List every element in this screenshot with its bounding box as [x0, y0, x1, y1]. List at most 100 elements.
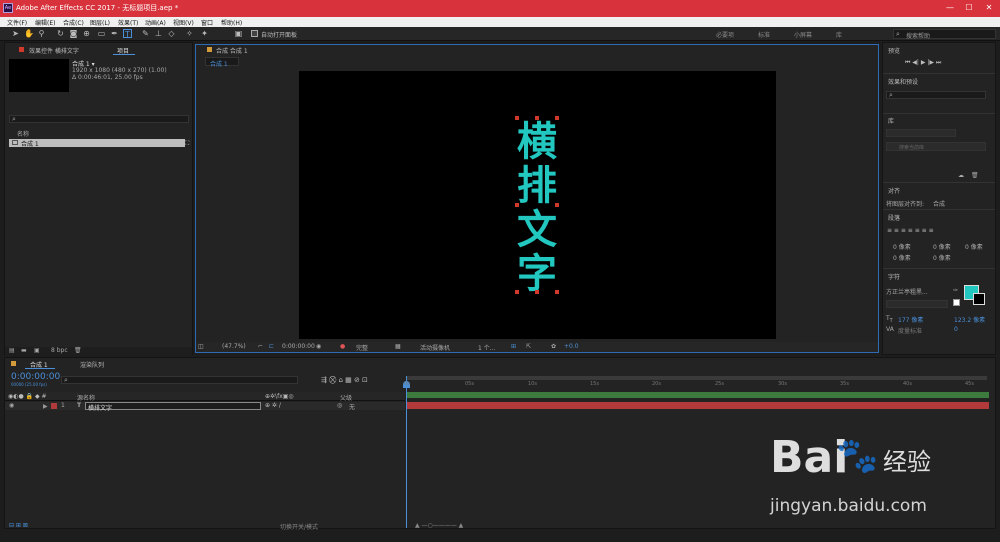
snap-icon[interactable]: ▣	[234, 29, 243, 38]
layer-row[interactable]: ◉ ▶ 1 T 横排文字 ⊕ ✲ / ◎ 无	[5, 402, 405, 412]
layer-duration-bar[interactable]	[407, 402, 989, 409]
workspace-library[interactable]: 库	[836, 30, 842, 39]
clone-stamp-tool-icon[interactable]: ⊥	[154, 29, 163, 38]
selection-tool-icon[interactable]: ➤	[11, 29, 20, 38]
zoom-slider[interactable]: ▲ —○———— ▲	[415, 522, 463, 529]
timeline-switch-buttons[interactable]: ⇶ ⛒ ⌂ ▦ ⊘ ⊡	[321, 376, 368, 385]
layer-color-label[interactable]	[51, 403, 57, 409]
trash-icon[interactable]: 🗑	[74, 347, 82, 354]
col-parent[interactable]: 父级	[340, 393, 352, 402]
align-title[interactable]: 对齐	[888, 186, 900, 195]
menu-window[interactable]: 窗口	[201, 18, 213, 27]
bbox-handle-br[interactable]	[555, 290, 559, 294]
menu-animation[interactable]: 动画(A)	[145, 18, 166, 27]
layer-name-box[interactable]: 横排文字	[85, 402, 261, 412]
auto-open-checkbox[interactable]	[251, 30, 258, 37]
bit-depth-label[interactable]: 8 bpc	[51, 347, 68, 354]
rectangle-tool-icon[interactable]: ▭	[97, 29, 106, 38]
space-after-value[interactable]: 0 像素	[933, 253, 951, 262]
pen-tool-icon[interactable]: ✒	[110, 29, 119, 38]
playback-controls[interactable]: ⏮ ◀| ▶ |▶ ⏭	[905, 59, 941, 67]
help-search-input[interactable]: ⌕ 搜索帮助	[893, 29, 996, 40]
color-channel-icon[interactable]: ●	[340, 343, 345, 350]
trash-icon[interactable]: 🗑	[971, 172, 979, 179]
always-preview-icon[interactable]: ◫	[198, 343, 204, 350]
exposure-value[interactable]: +0.0	[564, 343, 579, 350]
pan-behind-tool-icon[interactable]: ⊕	[82, 29, 91, 38]
kerning-value[interactable]: 度量标准	[898, 326, 922, 335]
close-button[interactable]: ✕	[983, 2, 995, 14]
library-search-input[interactable]: 搜索当前库	[886, 142, 986, 151]
align-to-select[interactable]: 合成	[933, 199, 945, 208]
visibility-eye-icon[interactable]: ◉	[9, 402, 14, 409]
toggle-switches-modes[interactable]: 切换开关/模式	[280, 522, 318, 531]
3d-view-icon[interactable]: ⊞	[511, 343, 516, 350]
minimize-button[interactable]: —	[944, 2, 956, 14]
new-comp-icon[interactable]: ▣	[34, 347, 40, 354]
quality-select[interactable]: 完整	[356, 343, 368, 352]
interpret-footage-icon[interactable]: ▤	[9, 347, 15, 354]
resolution-icon[interactable]: ⌐	[258, 343, 263, 350]
library-select[interactable]	[886, 129, 956, 137]
camera-tool-icon[interactable]: ◙	[69, 29, 78, 38]
view-layout-select[interactable]: 1 个...	[478, 343, 495, 352]
bbox-handle-bl[interactable]	[515, 290, 519, 294]
white-swatch[interactable]	[953, 299, 960, 306]
hand-tool-icon[interactable]: ✋	[24, 29, 34, 38]
character-title[interactable]: 字符	[888, 272, 900, 281]
workspace-standard[interactable]: 标准	[758, 30, 770, 39]
roto-brush-tool-icon[interactable]: ✧	[185, 29, 194, 38]
viewer-sub-tab[interactable]: 合成 1	[210, 59, 228, 68]
effects-search-input[interactable]: ⌕	[886, 91, 986, 99]
work-area-range[interactable]	[407, 392, 989, 398]
menu-view[interactable]: 视图(V)	[173, 18, 194, 27]
leading-value[interactable]: 123.2 像素	[954, 315, 985, 324]
type-tool-icon[interactable]: T	[123, 29, 132, 39]
font-size-value[interactable]: 177 像素	[898, 315, 923, 324]
playhead-line[interactable]	[406, 376, 407, 528]
zoom-tool-icon[interactable]: ⚲	[37, 29, 46, 38]
expand-arrow-icon[interactable]: ▶	[43, 403, 48, 410]
menu-edit[interactable]: 编辑(E)	[35, 18, 55, 27]
exposure-icon[interactable]: ✿	[551, 343, 556, 350]
parent-pickwhip-icon[interactable]: ◎	[337, 402, 342, 409]
rotate-tool-icon[interactable]: ↻	[56, 29, 65, 38]
timeline-search-input[interactable]: ⌕	[61, 376, 298, 384]
indent-first-value[interactable]: 0 像素	[965, 242, 983, 251]
menu-file[interactable]: 文件(F)	[7, 18, 27, 27]
snapshot-icon[interactable]: ◉	[316, 343, 321, 350]
puppet-tool-icon[interactable]: ✦	[200, 29, 209, 38]
font-family-select[interactable]: 方正兰亭粗黑...	[886, 287, 928, 296]
menu-help[interactable]: 帮助(H)	[221, 18, 242, 27]
bbox-handle-ml[interactable]	[515, 203, 519, 207]
flowchart-icon[interactable]: ⛶	[185, 140, 189, 148]
vertical-text-layer[interactable]: 横 排 文 字	[509, 120, 565, 296]
viewer-timecode[interactable]: 0:00:00:00	[282, 343, 315, 350]
space-before-value[interactable]: 0 像素	[933, 242, 951, 251]
workspace-essentials[interactable]: 必要项	[716, 30, 734, 39]
region-interest-icon[interactable]: ⊏	[269, 343, 274, 350]
tracking-value[interactable]: 0	[954, 326, 958, 333]
current-time-display[interactable]: 0:00:00:00	[11, 372, 60, 382]
col-source-name[interactable]: 源名称	[77, 393, 95, 402]
menu-layer[interactable]: 图层(L)	[90, 18, 110, 27]
indent-right-value[interactable]: 0 像素	[893, 253, 911, 262]
timeline-footer-icons[interactable]: ⊟ ⊞ ⊠	[9, 522, 28, 529]
preview-panel-title[interactable]: 预览	[888, 46, 900, 55]
paragraph-title[interactable]: 段落	[888, 213, 900, 222]
camera-select[interactable]: 活动摄像机	[420, 343, 450, 352]
work-area-bar[interactable]	[407, 376, 987, 380]
font-style-select[interactable]	[886, 300, 948, 308]
bbox-handle-tm[interactable]	[535, 116, 539, 120]
workspace-small-screen[interactable]: 小屏幕	[794, 30, 812, 39]
zoom-level[interactable]: (47.7%)	[222, 343, 246, 350]
bbox-handle-bm[interactable]	[535, 290, 539, 294]
menu-composition[interactable]: 合成(C)	[63, 18, 84, 27]
effects-presets-title[interactable]: 效果和预设	[888, 77, 918, 86]
project-item-row[interactable]: 合成 1	[9, 139, 185, 148]
menu-effect[interactable]: 效果(T)	[118, 18, 138, 27]
eraser-tool-icon[interactable]: ◇	[167, 29, 176, 38]
stroke-color-swatch[interactable]	[973, 293, 985, 305]
cloud-sync-icon[interactable]: ☁	[958, 172, 964, 179]
paragraph-align-buttons[interactable]: ≡ ≡ ≡ ≡ ≡ ≡ ≡	[887, 227, 934, 234]
